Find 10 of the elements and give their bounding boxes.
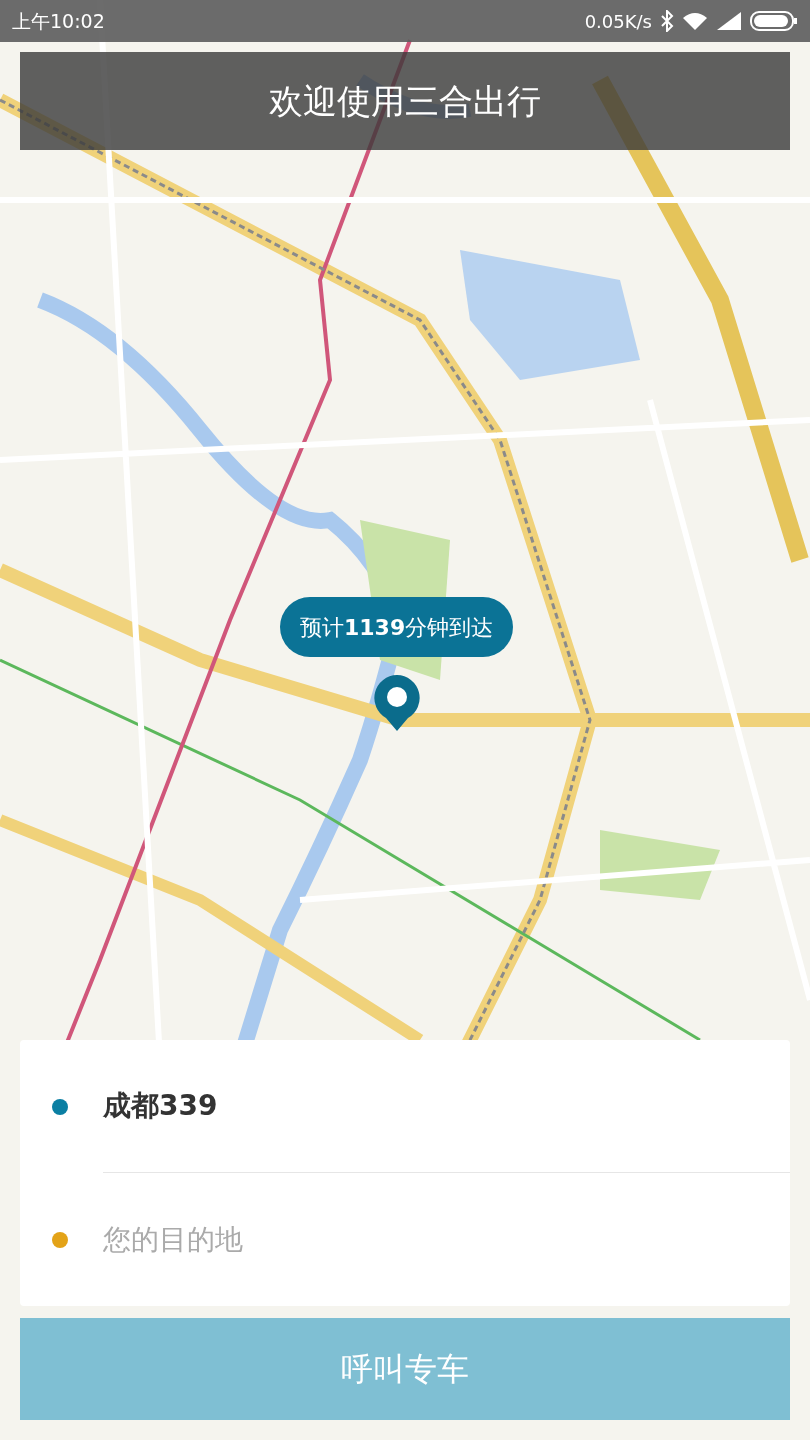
wifi-icon (682, 11, 708, 31)
battery-icon (750, 10, 798, 32)
pickup-location[interactable]: 成都339 (103, 1085, 218, 1127)
signal-icon (716, 11, 742, 31)
eta-bubble: 预计1139分钟到达 (280, 597, 514, 657)
banner-title: 欢迎使用三合出行 (269, 79, 541, 123)
bluetooth-icon (660, 10, 674, 32)
destination-field[interactable]: 您的目的地 (103, 1218, 603, 1261)
network-speed: 0.05K/s (584, 9, 652, 34)
status-time: 上午10:02 (12, 8, 105, 34)
